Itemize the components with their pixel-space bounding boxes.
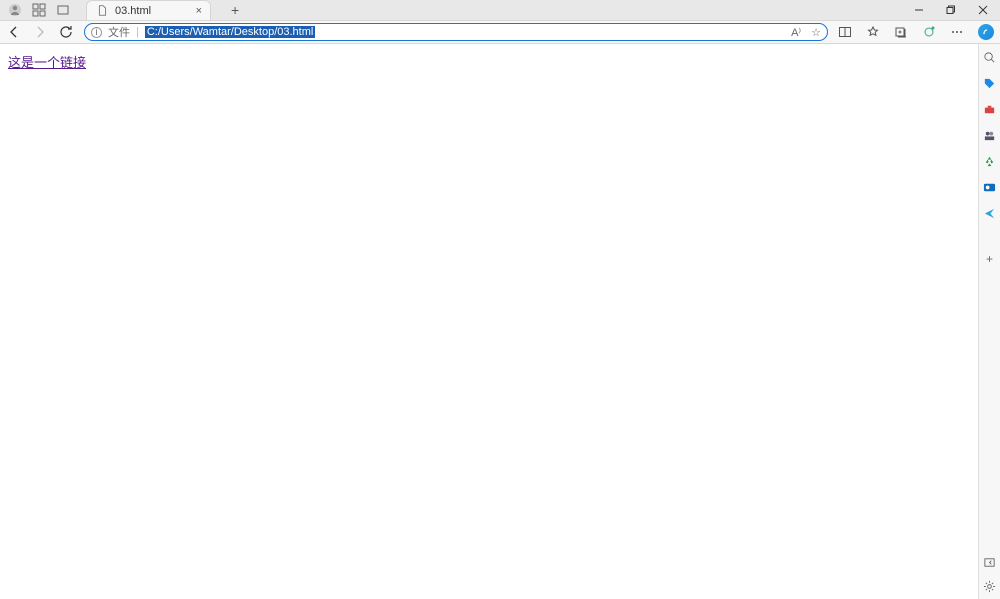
refresh-button[interactable] (58, 24, 74, 40)
page-link[interactable]: 这是一个链接 (8, 55, 86, 70)
split-screen-icon[interactable] (838, 25, 852, 39)
copilot-icon[interactable] (978, 24, 994, 40)
titlebar: 03.html × + (0, 0, 1000, 20)
tab-close-icon[interactable]: × (196, 5, 202, 17)
read-aloud-icon[interactable]: A⁾ (791, 26, 801, 39)
favorites-icon[interactable] (866, 25, 880, 39)
sidebar-hide-icon[interactable] (983, 555, 997, 569)
more-icon[interactable] (950, 25, 964, 39)
address-actions: A⁾ ☆ (791, 26, 821, 39)
tab-actions-icon[interactable] (56, 3, 70, 17)
sidebar-toolbox-icon[interactable] (983, 102, 997, 116)
profile-icon[interactable] (8, 3, 22, 17)
address-prefix: 文件 (108, 24, 130, 40)
minimize-button[interactable] (912, 3, 926, 17)
sidebar-search-icon[interactable] (983, 50, 997, 64)
extensions-icon[interactable] (922, 25, 936, 39)
sidebar-recycle-icon[interactable] (983, 154, 997, 168)
site-info-icon[interactable]: i (91, 27, 102, 38)
address-separator: | (136, 26, 139, 38)
toolbar: i 文件 | C:/Users/Wamtar/Desktop/03.html A… (0, 20, 1000, 44)
sidebar: + (978, 44, 1000, 599)
file-icon (95, 4, 109, 18)
collections-icon[interactable] (894, 25, 908, 39)
tab-title: 03.html (115, 5, 190, 17)
restore-button[interactable] (944, 3, 958, 17)
sidebar-send-icon[interactable] (983, 206, 997, 220)
sidebar-bottom (983, 555, 997, 599)
sidebar-settings-icon[interactable] (983, 579, 997, 593)
favorite-star-icon[interactable]: ☆ (811, 26, 821, 39)
address-url-selected[interactable]: C:/Users/Wamtar/Desktop/03.html (145, 26, 315, 38)
titlebar-left: 03.html × + (4, 0, 239, 20)
page-content: 这是一个链接 (0, 44, 978, 599)
window-controls (912, 3, 996, 17)
address-bar[interactable]: i 文件 | C:/Users/Wamtar/Desktop/03.html A… (84, 23, 828, 41)
sidebar-add-icon[interactable]: + (983, 252, 997, 266)
close-button[interactable] (976, 3, 990, 17)
forward-button[interactable] (32, 24, 48, 40)
back-button[interactable] (6, 24, 22, 40)
toolbar-actions (838, 24, 994, 40)
sidebar-people-icon[interactable] (983, 128, 997, 142)
browser-tab[interactable]: 03.html × (86, 0, 211, 20)
workspaces-icon[interactable] (32, 3, 46, 17)
sidebar-outlook-icon[interactable] (983, 180, 997, 194)
new-tab-button[interactable]: + (231, 2, 239, 18)
sidebar-tag-icon[interactable] (983, 76, 997, 90)
